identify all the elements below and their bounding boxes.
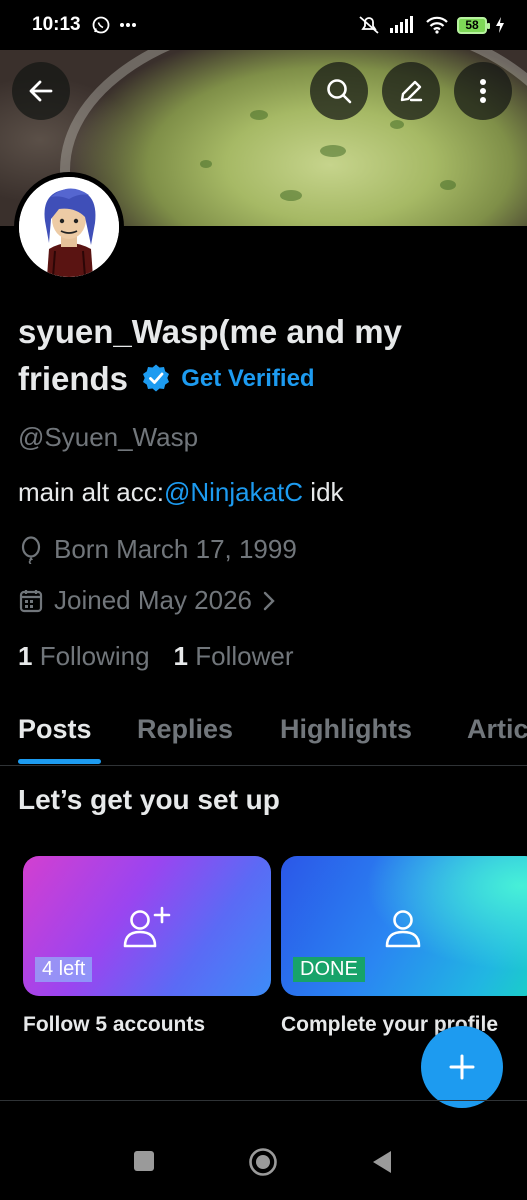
following-link[interactable]: 1 Following (18, 641, 150, 672)
user-icon (385, 910, 421, 948)
followers-label: Follower (195, 641, 294, 671)
more-notifications-icon (119, 23, 136, 27)
charging-icon (496, 17, 504, 33)
complete-profile-card[interactable]: DONE (281, 856, 527, 996)
followers-link[interactable]: 1 Follower (174, 641, 294, 672)
setup-title: Let’s get you set up (18, 784, 280, 815)
chevron-right-icon (263, 591, 275, 610)
follow-counts: 1 Following 1 Follower (18, 641, 293, 672)
search-button[interactable] (310, 62, 368, 120)
follow-accounts-caption: Follow 5 accounts (23, 1013, 206, 1036)
wifi-icon (426, 16, 448, 34)
edit-button[interactable] (382, 62, 440, 120)
profile-tabs: Posts Replies Highlights Artic (0, 700, 527, 766)
status-bar: 10:13 58 (0, 0, 527, 50)
verified-badge-icon (143, 364, 170, 392)
get-verified-label[interactable]: Get Verified (181, 355, 314, 402)
bio-mention-link[interactable]: @NinjakatC (164, 477, 303, 507)
avatar-image (19, 177, 119, 277)
handle: @Syuen_Wasp (18, 422, 199, 452)
calendar-icon (19, 589, 43, 612)
more-button[interactable] (454, 62, 512, 120)
add-user-icon (123, 906, 171, 948)
bottom-divider (0, 1100, 527, 1101)
display-name: syuen_Wasp(me and my friends Get Verifie… (18, 308, 498, 405)
home-icon[interactable] (248, 1147, 278, 1177)
birthday-text: Born March 17, 1999 (54, 534, 297, 564)
get-verified-link[interactable]: Get Verified (141, 355, 315, 402)
mute-icon (359, 16, 379, 34)
joined-text: Joined May 2026 (54, 585, 253, 615)
follow-accounts-card[interactable]: 4 left (23, 856, 271, 996)
pencil-icon (400, 80, 423, 102)
recents-icon[interactable] (133, 1150, 155, 1172)
signal-icon (390, 16, 413, 33)
done-badge: DONE (293, 957, 365, 982)
joined-row[interactable]: Joined May 2026 (18, 585, 276, 616)
following-count: 1 (18, 641, 33, 671)
bio-prefix: main alt acc: (18, 477, 164, 507)
plus-icon (449, 1054, 475, 1080)
active-tab-indicator (18, 759, 101, 764)
following-label: Following (39, 641, 150, 671)
bio: main alt acc:@NinjakatC idk (18, 477, 344, 508)
whatsapp-icon (92, 16, 110, 34)
compose-fab[interactable] (421, 1026, 503, 1108)
tab-articles[interactable]: Artic (467, 714, 527, 745)
status-time: 10:13 (32, 14, 81, 35)
followers-count: 1 (173, 641, 188, 671)
search-icon (327, 79, 352, 104)
arrow-left-icon (29, 80, 53, 102)
tab-highlights[interactable]: Highlights (280, 714, 412, 745)
birthday-row: Born March 17, 1999 (18, 534, 297, 565)
tab-posts[interactable]: Posts (18, 714, 92, 745)
remaining-badge: 4 left (35, 957, 93, 982)
balloon-icon (21, 535, 41, 564)
back-button[interactable] (12, 62, 70, 120)
battery-indicator: 58 (457, 16, 490, 34)
more-vertical-icon (480, 79, 486, 103)
tab-replies[interactable]: Replies (137, 714, 233, 745)
system-nav-bar (0, 1130, 527, 1200)
back-nav-icon[interactable] (371, 1150, 393, 1174)
avatar[interactable] (14, 172, 124, 282)
bio-suffix: idk (303, 477, 344, 507)
